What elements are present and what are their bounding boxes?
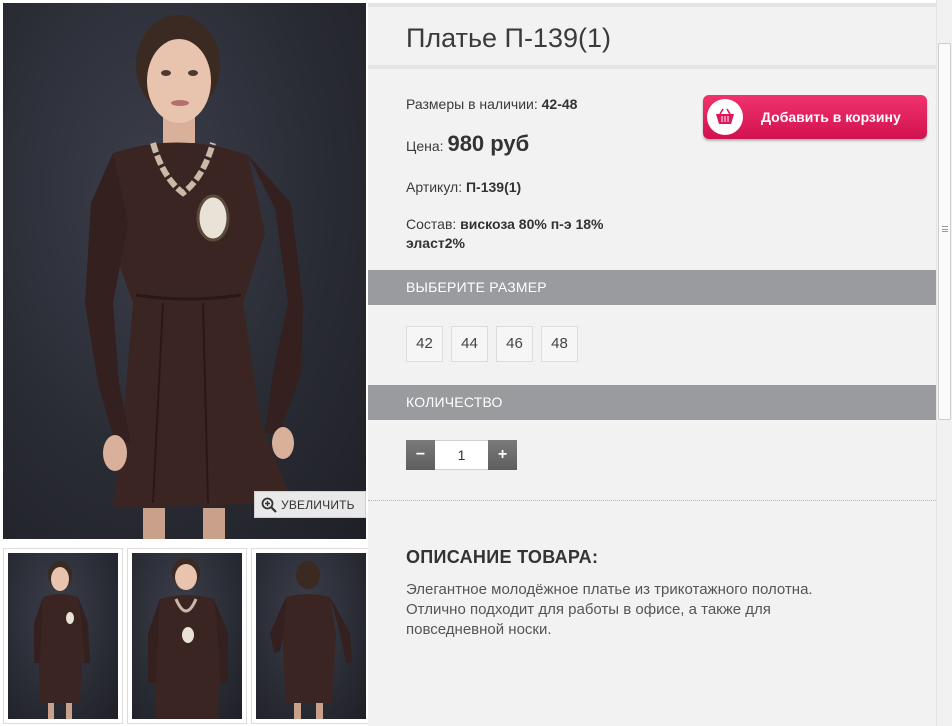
size-option-46[interactable]: 46	[496, 326, 533, 362]
quantity-stepper: − +	[406, 440, 517, 470]
scrollbar-grip-icon	[942, 226, 948, 232]
quantity-decrease-button[interactable]: −	[406, 440, 435, 470]
thumbnail-front-2-image	[148, 558, 228, 719]
zoom-label: УВЕЛИЧИТЬ	[281, 497, 355, 512]
composition-value-line2: эласт2%	[406, 235, 465, 251]
thumbnail-strip	[3, 548, 371, 724]
basket-icon	[716, 108, 734, 124]
section-divider	[368, 500, 936, 501]
composition-row: Состав: вискоза 80% п-э 18% эласт2%	[406, 215, 603, 253]
description-line-3: повседневной носки.	[406, 621, 552, 638]
article-value: П-139(1)	[465, 179, 522, 195]
quantity-increase-button[interactable]: +	[488, 440, 517, 470]
add-to-cart-label: Добавить в корзину	[761, 109, 901, 125]
quantity-input[interactable]	[435, 440, 488, 470]
size-section-header: ВЫБЕРИТЕ РАЗМЕР	[368, 270, 936, 305]
price-value: 980 руб	[447, 131, 530, 156]
thumbnail-3[interactable]	[251, 548, 371, 724]
product-details-panel: Платье П-139(1) Размеры в наличии: 42-48…	[368, 3, 936, 726]
price-row: Цена: 980 руб	[406, 131, 529, 157]
quantity-section-header: КОЛИЧЕСТВО	[368, 385, 936, 420]
size-option-44[interactable]: 44	[451, 326, 488, 362]
vertical-scrollbar[interactable]	[936, 0, 952, 726]
main-product-photo[interactable]: УВЕЛИЧИТЬ	[3, 3, 366, 539]
product-title: Платье П-139(1)	[406, 23, 611, 53]
description-title: ОПИСАНИЕ ТОВАРА:	[406, 547, 599, 567]
composition-label: Состав:	[406, 216, 457, 232]
model-figure-image	[85, 15, 303, 539]
zoom-button[interactable]: УВЕЛИЧИТЬ	[254, 491, 366, 518]
composition-value-line1: вискоза 80% п-э 18%	[460, 216, 604, 232]
sizes-available-value: 42-48	[541, 96, 578, 112]
size-option-42[interactable]: 42	[406, 326, 443, 362]
basket-icon-circle	[707, 99, 743, 135]
thumbnail-front-image	[34, 561, 90, 719]
sizes-available-row: Размеры в наличии: 42-48	[406, 96, 577, 112]
magnifier-plus-icon	[261, 497, 277, 513]
add-to-cart-button[interactable]: Добавить в корзину	[703, 95, 927, 139]
thumbnail-2[interactable]	[127, 548, 247, 724]
article-row: Артикул: П-139(1)	[406, 179, 521, 195]
description-line-2: Отлично подходит для работы в офисе, а т…	[406, 601, 771, 618]
thumbnail-back-image	[270, 561, 352, 719]
article-label: Артикул:	[406, 179, 463, 195]
title-bar: Платье П-139(1)	[368, 3, 936, 69]
description-line-1: Элегантное молодёжное платье из трикотаж…	[406, 581, 813, 598]
sizes-available-label: Размеры в наличии:	[406, 96, 538, 112]
scrollbar-thumb[interactable]	[938, 43, 951, 420]
price-label: Цена:	[406, 138, 444, 154]
size-option-48[interactable]: 48	[541, 326, 578, 362]
thumbnail-1[interactable]	[3, 548, 123, 724]
description-text: Элегантное молодёжное платье из трикотаж…	[406, 580, 866, 640]
